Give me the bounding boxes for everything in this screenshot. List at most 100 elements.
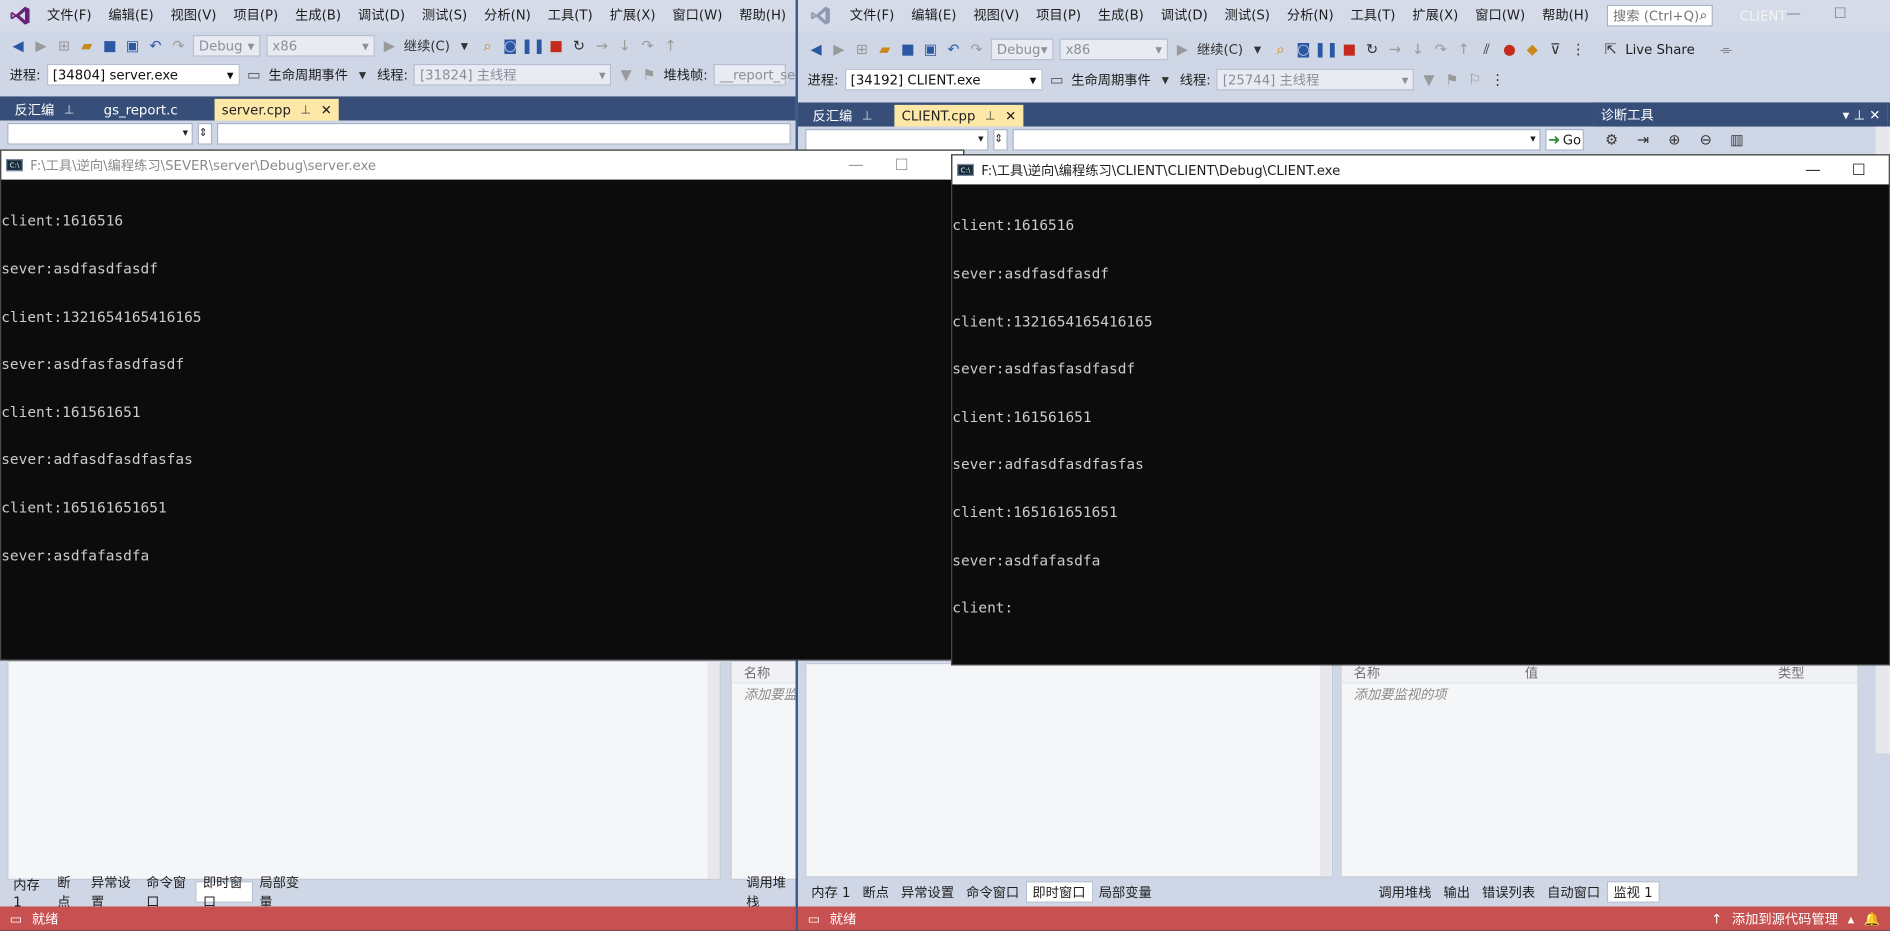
back-icon[interactable]: ◀	[808, 41, 825, 58]
new-item-icon[interactable]: ⊞	[853, 41, 870, 58]
tab-memory[interactable]: 内存 1	[805, 881, 856, 903]
continue-button[interactable]: 继续(C)	[1197, 40, 1243, 59]
menu-help[interactable]: 帮助(H)	[731, 0, 795, 31]
flag-icon[interactable]: ⚑	[641, 66, 658, 83]
menu-window[interactable]: 窗口(W)	[1467, 0, 1534, 31]
pin-icon[interactable]: ⊥	[301, 103, 312, 116]
flag-thread-icon[interactable]: ⚐	[1466, 71, 1483, 88]
dropdown-icon[interactable]: ▾	[1157, 71, 1174, 88]
undo-icon[interactable]: ↶	[147, 37, 164, 54]
chevron-up-icon[interactable]: ▴	[1848, 911, 1855, 927]
tab-client-cpp[interactable]: CLIENT.cpp ⊥ ✕	[894, 104, 1024, 127]
process-select[interactable]: [34804] server.exe ▾	[46, 63, 240, 86]
menu-window[interactable]: 窗口(W)	[664, 0, 731, 31]
tab-locals[interactable]: 局部变量	[253, 875, 308, 910]
menu-analyze[interactable]: 分析(N)	[476, 0, 540, 31]
tab-breakpoints[interactable]: 断点	[51, 875, 85, 910]
thread-select[interactable]: [25744] 主线程 ▾	[1216, 68, 1415, 91]
watch-add-row[interactable]: 添加要监	[732, 683, 796, 705]
zoom-in-icon[interactable]: ⊕	[1666, 131, 1683, 148]
tab-call-stack[interactable]: 调用堆栈	[1372, 881, 1437, 903]
more-icon[interactable]: ⋮	[1489, 71, 1506, 88]
tab-call-stack[interactable]: 调用堆栈	[740, 875, 795, 910]
pause-icon[interactable]: ❚❚	[521, 37, 545, 54]
menu-view[interactable]: 视图(V)	[965, 0, 1028, 31]
tab-autos[interactable]: 自动窗口	[1541, 881, 1606, 903]
restart-icon[interactable]: ↻	[1364, 41, 1381, 58]
live-share-button[interactable]: Live Share	[1625, 42, 1695, 58]
menu-tools[interactable]: 工具(T)	[539, 0, 601, 31]
play-icon[interactable]: ▶	[381, 37, 398, 54]
menu-project[interactable]: 项目(P)	[1028, 0, 1090, 31]
live-share-icon[interactable]: ⇱	[1602, 41, 1619, 58]
menu-project[interactable]: 项目(P)	[225, 0, 287, 31]
tab-disassembly[interactable]: 反汇编 ⊥	[805, 104, 892, 127]
client-console-titlebar[interactable]: C:\ F:\工具\逆向\编程练习\CLIENT\CLIENT\Debug\CL…	[952, 155, 1889, 185]
process-select[interactable]: [34192] CLIENT.exe ▾	[844, 68, 1043, 91]
lifecycle-icon[interactable]: ▭	[246, 66, 263, 83]
step-into-icon[interactable]: ↓	[1409, 41, 1426, 58]
member-select[interactable]: ▾	[1012, 128, 1541, 151]
step-out-icon[interactable]: ↑	[1455, 41, 1472, 58]
visual-studio-logo-icon[interactable]	[10, 4, 32, 28]
menu-help[interactable]: 帮助(H)	[1534, 0, 1598, 31]
tab-memory[interactable]: 内存 1	[7, 877, 51, 910]
menu-edit[interactable]: 编辑(E)	[100, 0, 162, 31]
stack-frame-select[interactable]: __report_se	[713, 63, 795, 86]
extensions-icon[interactable]: ◆	[1524, 41, 1541, 58]
play-icon[interactable]: ▶	[1174, 41, 1191, 58]
console-input-line[interactable]: client:	[952, 600, 1889, 617]
lifecycle-icon[interactable]: ▭	[1048, 71, 1065, 88]
member-select[interactable]	[216, 122, 791, 145]
scroll-spinner[interactable]: ⇕	[197, 122, 213, 145]
forward-icon[interactable]: ▶	[33, 37, 50, 54]
menu-file[interactable]: 文件(F)	[39, 0, 100, 31]
client-immediate-window[interactable]	[805, 662, 1334, 878]
scrollbar[interactable]	[707, 661, 720, 879]
dropdown-icon[interactable]: ▾	[1249, 41, 1266, 58]
tab-immediate-window[interactable]: 即时窗口	[195, 875, 254, 910]
scope-select[interactable]: ▾	[7, 122, 193, 145]
tab-server-cpp[interactable]: server.cpp ⊥ ✕	[214, 98, 340, 121]
feedback-icon[interactable]: ⌯	[1718, 41, 1735, 58]
tab-output[interactable]: 输出	[1437, 881, 1476, 903]
solution-config-select[interactable]: Debug ▾	[990, 38, 1054, 61]
zoom-out-icon[interactable]: ⊖	[1697, 131, 1714, 148]
settings-icon[interactable]: ⚙	[1603, 131, 1620, 148]
step-over-icon[interactable]: ↷	[1432, 41, 1449, 58]
new-item-icon[interactable]: ⊞	[55, 37, 72, 54]
step-into-icon[interactable]: ↓	[616, 37, 633, 54]
hot-reload-icon[interactable]: ⌕	[479, 37, 496, 54]
redo-icon[interactable]: ↷	[170, 37, 187, 54]
threads-icon[interactable]: ⫽	[1478, 41, 1495, 58]
undo-icon[interactable]: ↶	[945, 41, 962, 58]
close-icon[interactable]: ✕	[1005, 108, 1016, 124]
stop-icon[interactable]: ■	[1341, 41, 1358, 58]
open-folder-icon[interactable]: ▰	[876, 41, 893, 58]
lifecycle-events-button[interactable]: 生命周期事件	[268, 65, 348, 84]
minimize-icon[interactable]: —	[1786, 5, 1800, 22]
menu-extensions[interactable]: 扩展(X)	[601, 0, 664, 31]
menu-test[interactable]: 测试(S)	[413, 0, 475, 31]
menu-test[interactable]: 测试(S)	[1216, 0, 1278, 31]
menu-view[interactable]: 视图(V)	[162, 0, 225, 31]
save-all-icon[interactable]: ▣	[124, 37, 141, 54]
restart-icon[interactable]: ↻	[570, 37, 587, 54]
continue-button[interactable]: 继续(C)	[404, 36, 450, 55]
open-folder-icon[interactable]: ▰	[78, 37, 95, 54]
forward-icon[interactable]: ▶	[831, 41, 848, 58]
menu-debug[interactable]: 调试(D)	[1152, 0, 1216, 31]
filter-icon[interactable]: ▼	[618, 66, 635, 83]
hot-reload-icon[interactable]: ⌕	[1272, 41, 1289, 58]
menu-analyze[interactable]: 分析(N)	[1278, 0, 1342, 31]
lifecycle-events-button[interactable]: 生命周期事件	[1071, 70, 1151, 89]
options-icon[interactable]: ⋮	[1570, 41, 1587, 58]
pin-icon[interactable]: ⊥	[985, 109, 996, 122]
diag-window-controls[interactable]: ▾ ⊥ ✕	[1843, 107, 1881, 123]
client-search-input[interactable]: 搜索 (Ctrl+Q) ⌕	[1606, 4, 1714, 27]
tab-error-list[interactable]: 错误列表	[1476, 881, 1541, 903]
back-icon[interactable]: ◀	[10, 37, 27, 54]
filter-icon[interactable]: ▼	[1420, 71, 1437, 88]
client-console-window[interactable]: C:\ F:\工具\逆向\编程练习\CLIENT\CLIENT\Debug\CL…	[951, 154, 1890, 666]
menu-debug[interactable]: 调试(D)	[349, 0, 413, 31]
